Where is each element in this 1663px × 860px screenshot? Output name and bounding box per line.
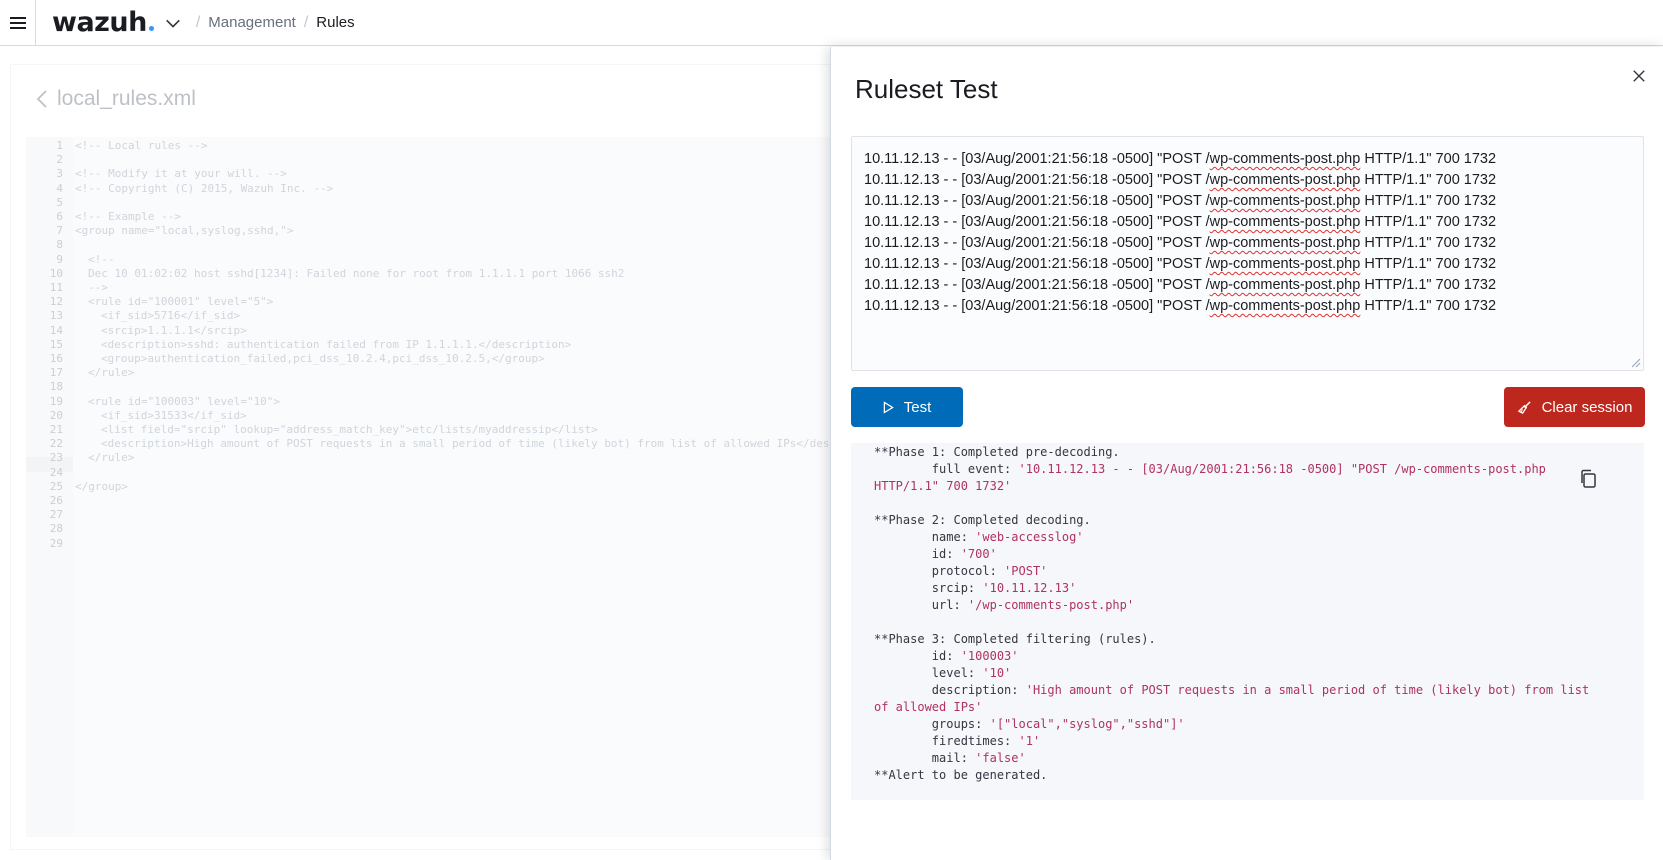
output-field-srcip: srcip: '10.11.12.13': [874, 581, 1077, 595]
full-event-value: '10.11.12.13 - - [03/Aug/2001:21:56:18 -…: [1018, 462, 1546, 476]
flyout-title: Ruleset Test: [855, 74, 998, 104]
overlay-mask: [0, 47, 830, 860]
phase3-header: **Phase 3: Completed filtering (rules).: [874, 632, 1156, 646]
log-line: 10.11.12.13 - - [03/Aug/2001:21:56:18 -0…: [864, 256, 1497, 272]
clear-session-button[interactable]: Clear session: [1504, 387, 1645, 427]
log-input-textarea[interactable]: 10.11.12.13 - - [03/Aug/2001:21:56:18 -0…: [851, 136, 1644, 371]
log-line: 10.11.12.13 - - [03/Aug/2001:21:56:18 -0…: [864, 298, 1497, 314]
log-line: 10.11.12.13 - - [03/Aug/2001:21:56:18 -0…: [864, 235, 1497, 251]
play-icon: [883, 400, 894, 414]
broom-icon: [1517, 400, 1531, 414]
hamburger-icon: [9, 16, 26, 29]
output-field-level: level: '10': [874, 666, 1012, 680]
output-field-url: url: '/wp-comments-post.php': [874, 598, 1135, 612]
chevron-down-icon: [165, 19, 180, 28]
logo-text: wazuh: [52, 7, 147, 38]
clear-session-label: Clear session: [1541, 398, 1633, 416]
app-menu-chevron[interactable]: [164, 12, 186, 34]
phase2-header: **Phase 2: Completed decoding.: [874, 513, 1091, 527]
output-field-id: id: '700': [874, 547, 997, 561]
log-line: 10.11.12.13 - - [03/Aug/2001:21:56:18 -0…: [864, 214, 1497, 230]
output-field-groups: groups: '["local","syslog","sshd"]': [874, 717, 1185, 731]
log-line: 10.11.12.13 - - [03/Aug/2001:21:56:18 -0…: [864, 193, 1497, 209]
close-button[interactable]: [1628, 65, 1650, 87]
close-icon: [1633, 70, 1645, 82]
output-field-mail: mail: 'false': [874, 751, 1026, 765]
output-field-description: description: 'High amount of POST reques…: [874, 683, 1590, 697]
breadcrumb-rules: Rules: [316, 14, 355, 31]
breadcrumb: / Management / Rules: [195, 13, 355, 32]
log-line: 10.11.12.13 - - [03/Aug/2001:21:56:18 -0…: [864, 277, 1497, 293]
full-event-line: full event: '10.11.12.13 - - [03/Aug/200…: [874, 462, 1546, 476]
copy-icon[interactable]: [1579, 469, 1597, 489]
log-line: 10.11.12.13 - - [03/Aug/2001:21:56:18 -0…: [864, 151, 1497, 167]
wazuh-logo[interactable]: wazuh: [52, 7, 154, 38]
output-field-protocol: protocol: 'POST': [874, 564, 1048, 578]
test-button-label: Test: [903, 398, 932, 416]
test-output: **Phase 1: Completed pre-decoding. full …: [851, 443, 1644, 800]
log-line: 10.11.12.13 - - [03/Aug/2001:21:56:18 -0…: [864, 172, 1497, 188]
phase1-header: **Phase 1: Completed pre-decoding.: [874, 445, 1120, 459]
ruleset-test-flyout: Ruleset Test 10.11.12.13 - - [03/Aug/200…: [830, 47, 1663, 860]
output-field-name: name: 'web-accesslog': [874, 530, 1084, 544]
breadcrumb-management[interactable]: Management: [208, 14, 296, 31]
output-field-firedtimes: firedtimes: '1': [874, 734, 1041, 748]
alert-line: **Alert to be generated.: [874, 768, 1048, 782]
top-header: wazuh / Management / Rules: [0, 0, 1663, 46]
full-event-continuation: HTTP/1.1" 700 1732': [874, 479, 1012, 493]
output-field-id: id: '100003': [874, 649, 1019, 663]
logo-dot: [148, 26, 154, 31]
menu-toggle-button[interactable]: [0, 0, 36, 46]
resize-handle-icon[interactable]: [1631, 358, 1641, 368]
test-button[interactable]: Test: [851, 387, 963, 427]
description-continuation: of allowed IPs': [874, 700, 983, 714]
